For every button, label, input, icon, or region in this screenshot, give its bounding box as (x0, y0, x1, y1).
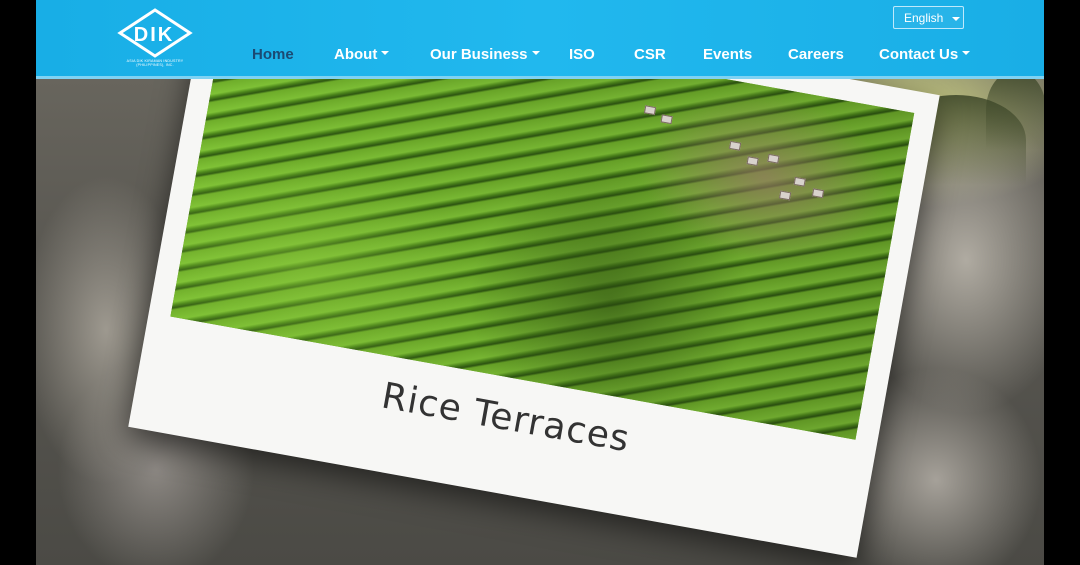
language-select-value: English (904, 11, 944, 25)
nav-item-home[interactable]: Home (252, 46, 294, 63)
nav-label: Contact Us (879, 46, 959, 63)
nav-label: ISO (569, 46, 595, 63)
nav-label: Events (703, 46, 753, 63)
house-decor (778, 190, 792, 201)
logo-text: DIK (133, 24, 175, 46)
chevron-down-icon (531, 51, 540, 56)
nav-label: About (334, 46, 378, 63)
hero-slideshow: Rice Terraces (36, 0, 1044, 565)
house-decor (660, 114, 673, 125)
letterbox-left (0, 0, 36, 565)
house-decor (793, 176, 806, 187)
chevron-down-icon (962, 51, 971, 56)
house-decor (728, 140, 742, 151)
nav-item-csr[interactable]: CSR (634, 46, 666, 63)
nav-item-about[interactable]: About (334, 46, 390, 63)
nav-item-our-business[interactable]: Our Business (430, 46, 540, 63)
nav-label: Careers (788, 46, 844, 63)
house-decor (746, 156, 759, 167)
language-select[interactable]: English (893, 6, 964, 29)
letterbox-right (1044, 0, 1080, 565)
nav-item-careers[interactable]: Careers (788, 46, 844, 63)
nav-item-events[interactable]: Events (703, 46, 752, 63)
house-decor (811, 188, 825, 199)
main-nav: Home About Our Business ISO CSR Events C… (36, 46, 1044, 68)
nav-item-contact-us[interactable]: Contact Us (879, 46, 971, 63)
chevron-down-icon (952, 17, 960, 21)
house-decor (767, 153, 780, 164)
nav-label: CSR (634, 46, 666, 63)
site-header: DIK ASIA DIK KIRAMAN INDUSTRY (PHILIPPIN… (36, 0, 1044, 79)
polaroid-photo-frame: Rice Terraces (128, 0, 940, 558)
nav-item-iso[interactable]: ISO (569, 46, 595, 63)
house-decor (643, 105, 657, 116)
palm-tree-decor (986, 70, 1044, 150)
nav-label: Home (252, 46, 294, 63)
nav-label: Our Business (430, 46, 528, 63)
chevron-down-icon (381, 51, 390, 56)
